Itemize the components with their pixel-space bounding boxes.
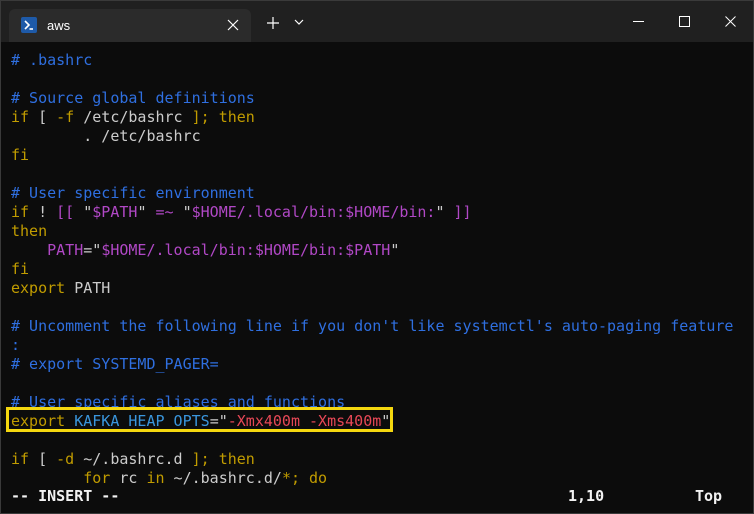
terminal-content[interactable]: # .bashrc # Source global definitions if [… (1, 42, 753, 513)
code-token: [ (29, 108, 57, 126)
code-token: =" (83, 241, 102, 259)
code-token: ]; (191, 450, 210, 468)
editor-line[interactable]: for rc in ~/.bashrc.d/*; do (11, 469, 327, 488)
cursor-position: 1,10 (568, 487, 605, 505)
code-token: do (309, 469, 328, 487)
editor-line[interactable]: . /etc/bashrc (11, 127, 201, 146)
code-token: /.local/bin: (146, 241, 255, 259)
code-token: then (218, 450, 255, 468)
powershell-icon (21, 17, 37, 33)
code-token: /.local/bin: (236, 203, 346, 221)
editor-line[interactable]: fi (11, 260, 29, 279)
code-token: . /etc/bashrc (11, 127, 201, 145)
terminal-window: aws # .bashrc # Source global definition… (0, 0, 754, 514)
editor-line[interactable]: PATH="$HOME/.local/bin:$HOME/bin:$PATH" (11, 241, 399, 260)
code-token: ~/.bashrc.d/ (164, 469, 282, 487)
editor-line[interactable]: export PATH (11, 279, 110, 298)
code-token: export (11, 279, 66, 297)
code-token: rc (110, 469, 147, 487)
code-token: # User specific environment (11, 184, 255, 202)
title-bar[interactable]: aws (1, 1, 753, 42)
code-token: " (390, 241, 400, 259)
code-token: $PATH (345, 241, 391, 259)
editor-line[interactable]: then (11, 222, 47, 241)
code-token: " (435, 203, 454, 221)
code-token: if (11, 108, 30, 126)
editor-line[interactable]: # export SYSTEMD_PAGER= (11, 355, 219, 374)
code-token: in (146, 469, 165, 487)
code-token: $HOME (254, 241, 300, 259)
code-token: /bin: (390, 203, 436, 221)
maximize-button[interactable] (661, 1, 707, 42)
code-token: ]; (191, 108, 210, 126)
highlight-annotation (6, 407, 393, 432)
code-token: $HOME (191, 203, 237, 221)
code-token: *; (281, 469, 300, 487)
code-token: -d (56, 450, 75, 468)
code-token: $HOME (101, 241, 147, 259)
code-token: $HOME (345, 203, 391, 221)
editor-line[interactable]: if [ -f /etc/bashrc ]; then (11, 108, 255, 127)
chevron-down-icon[interactable] (292, 15, 308, 31)
editor-line[interactable]: if ! [[ "$PATH" =~ "$HOME/.local/bin:$HO… (11, 203, 472, 222)
code-token: ~/.bashrc.d (74, 450, 192, 468)
code-token: PATH (65, 279, 111, 297)
code-token: # Uncomment the following line if you do… (11, 317, 734, 335)
code-token: [ (29, 450, 57, 468)
tab-title: aws (47, 18, 71, 33)
editor-line[interactable]: # Source global definitions (11, 89, 255, 108)
code-token: -f (56, 108, 75, 126)
code-token: then (11, 222, 48, 240)
code-token: ]] (453, 203, 472, 221)
scroll-position: Top (695, 487, 723, 505)
close-tab-icon[interactable] (223, 15, 243, 35)
code-token: $PATH (92, 203, 138, 221)
code-token: =~ (155, 203, 174, 221)
editor-line[interactable]: : (11, 336, 20, 355)
editor-line[interactable]: fi (11, 146, 29, 165)
vim-status-line: -- INSERT -- 1,10 Top (1, 487, 753, 506)
code-token: /etc/bashrc (74, 108, 192, 126)
code-token: PATH (47, 241, 84, 259)
code-token: : (11, 336, 21, 354)
new-tab-icon[interactable] (263, 13, 283, 33)
code-token: [[ (56, 203, 75, 221)
code-token: # Source global definitions (11, 89, 255, 107)
code-token: if (11, 450, 30, 468)
tab-aws[interactable]: aws (9, 9, 251, 42)
code-token: # .bashrc (11, 51, 93, 69)
code-token: " (137, 203, 156, 221)
code-token: " (74, 203, 93, 221)
editor-line[interactable]: # User specific environment (11, 184, 255, 203)
close-window-button[interactable] (707, 1, 753, 42)
editor-line[interactable]: if [ -d ~/.bashrc.d ]; then (11, 450, 255, 469)
code-token: fi (11, 146, 30, 164)
editor-mode: -- INSERT -- (11, 487, 120, 505)
code-token: " (173, 203, 192, 221)
code-token: then (218, 108, 255, 126)
editor-line[interactable]: # .bashrc (11, 51, 92, 70)
editor-line[interactable]: # Uncomment the following line if you do… (11, 317, 733, 336)
code-token: /bin: (300, 241, 346, 259)
code-token: ! (29, 203, 57, 221)
minimize-button[interactable] (615, 1, 661, 42)
code-token: fi (11, 260, 30, 278)
code-token: for (83, 469, 111, 487)
code-token: # export SYSTEMD_PAGER= (11, 355, 219, 373)
code-token: if (11, 203, 30, 221)
